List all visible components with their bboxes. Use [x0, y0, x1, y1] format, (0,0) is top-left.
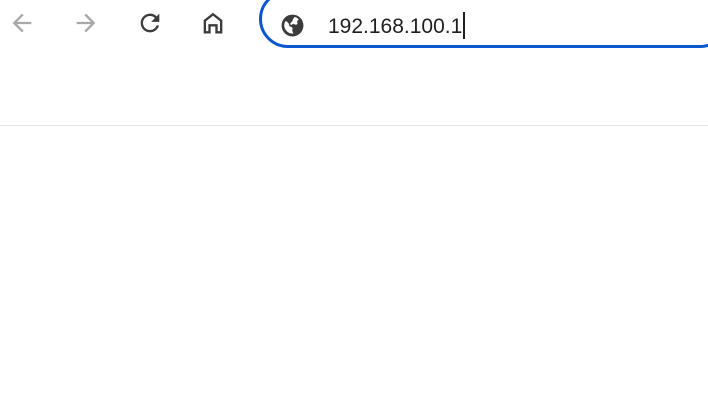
site-info-button[interactable]	[279, 12, 305, 38]
forward-button[interactable]	[66, 3, 106, 43]
url-field[interactable]: 192.168.100.1	[328, 12, 465, 40]
url-text: 192.168.100.1	[328, 15, 463, 38]
arrow-left-icon	[12, 13, 32, 33]
address-bar[interactable]: 192.168.100.1	[259, 0, 708, 48]
text-cursor	[463, 12, 465, 39]
home-button[interactable]	[193, 3, 233, 43]
reload-button[interactable]	[130, 3, 170, 43]
arrow-right-icon	[76, 13, 96, 33]
back-button[interactable]	[2, 3, 42, 43]
reload-icon	[140, 13, 160, 33]
globe-icon	[281, 14, 303, 36]
page-viewport[interactable]	[0, 126, 708, 408]
home-icon	[203, 12, 223, 34]
browser-toolbar: 192.168.100.1	[0, 0, 708, 126]
browser-window: 192.168.100.1	[0, 0, 708, 408]
